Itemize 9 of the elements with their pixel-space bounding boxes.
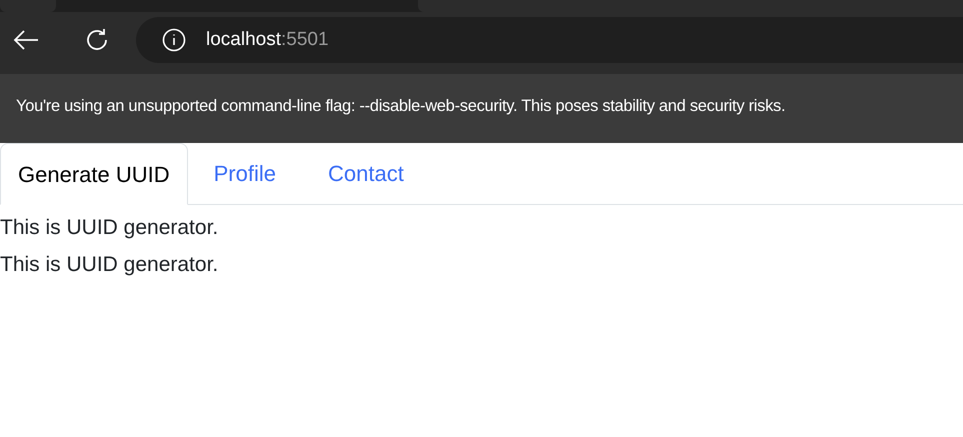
content-text: This is UUID generator. <box>0 252 220 278</box>
content-text: This is UUID generator. <box>0 215 220 241</box>
address-bar[interactable]: localhost:5501 <box>136 17 963 63</box>
info-icon[interactable] <box>162 28 186 52</box>
url-text: localhost:5501 <box>206 28 329 52</box>
back-arrow-icon[interactable] <box>12 28 40 52</box>
tab[interactable]: Generate UUID <box>0 143 188 205</box>
reload-icon[interactable] <box>84 27 110 53</box>
warning-message: You're using an unsupported command-line flag: --disable-web-security. This poses stability and security risks. <box>16 96 786 118</box>
